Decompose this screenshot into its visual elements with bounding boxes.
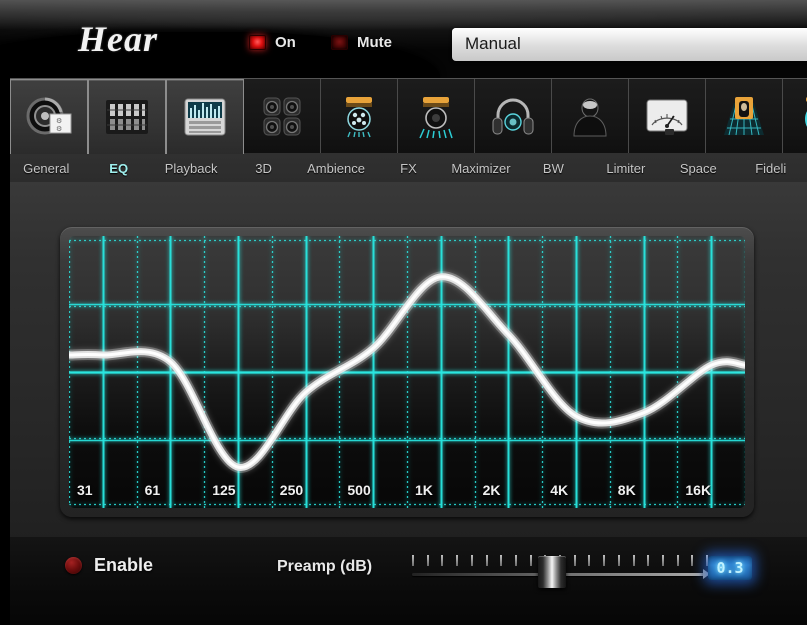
mute-label: Mute (357, 34, 392, 51)
tab-bar: ⚙ ⚙ General EQ Playback 3D Ambience FX M… (10, 78, 807, 183)
mute-toggle[interactable]: Mute (331, 34, 392, 51)
preamp-slider-tick (661, 555, 664, 566)
preamp-slider-knob[interactable] (537, 556, 566, 588)
tab-label-row: General EQ Playback 3D Ambience FX Maxim… (10, 153, 807, 183)
ambience-sphere-icon (346, 97, 372, 138)
preamp-slider-tick (691, 555, 694, 566)
eq-band-label: 1K (415, 482, 433, 498)
eq-band-label: 4K (550, 482, 569, 498)
fidelity-target-icon (805, 97, 807, 127)
preset-field[interactable]: Manual (452, 28, 807, 61)
preamp-value-display: 0.3 (708, 556, 752, 580)
eq-curve-plot (69, 236, 745, 508)
tab-label-3d[interactable]: 3D (227, 161, 299, 176)
tab-label-ambience[interactable]: Ambience (300, 161, 372, 176)
eq-controls-bar: Enable Preamp (dB) (10, 537, 807, 625)
preamp-label: Preamp (dB) (277, 558, 373, 575)
tab-general[interactable]: ⚙ ⚙ (10, 79, 88, 154)
app-logo: Hear (78, 19, 158, 59)
preamp-slider-tick (514, 555, 517, 566)
tab-bw[interactable] (552, 79, 629, 153)
tab-fidelity[interactable] (783, 79, 807, 153)
enable-led-icon (65, 557, 82, 574)
eq-band-label: 500 (347, 482, 371, 498)
tab-space[interactable] (706, 79, 783, 153)
equalizer-sliders-icon (106, 100, 148, 134)
tab-label-fx[interactable]: FX (372, 161, 444, 176)
eq-graph-bezel: 31 61 125 250 500 1K 2K 4K 8K 16K (60, 227, 754, 517)
preamp-slider-tick (426, 555, 429, 566)
preamp-slider-tick (632, 555, 635, 566)
tab-label-space[interactable]: Space (662, 161, 734, 176)
fx-rays-icon (419, 97, 453, 139)
eq-band-label: 250 (279, 482, 304, 498)
tab-label-playback[interactable]: Playback (155, 161, 227, 176)
preamp-slider-tick (617, 555, 620, 566)
mute-led-icon (331, 35, 348, 50)
svg-text:⚙: ⚙ (56, 117, 62, 125)
power-on-toggle[interactable]: On (249, 34, 296, 51)
enable-label: Enable (94, 555, 154, 575)
knob-dial-icon: ⚙ ⚙ (26, 97, 72, 135)
room-space-icon (724, 97, 764, 136)
eq-band-label: 31 (77, 482, 93, 498)
preamp-slider-tick (456, 555, 459, 566)
preamp-slider-tick (412, 555, 414, 566)
tab-label-bw[interactable]: BW (517, 161, 589, 176)
power-on-label: On (275, 34, 296, 51)
preamp-slider-tick (529, 555, 532, 566)
eq-panel-background: 31 61 125 250 500 1K 2K 4K 8K 16K Enable Preamp (… (10, 182, 807, 625)
svg-text:⚙: ⚙ (56, 125, 62, 133)
eq-band-label: 61 (144, 482, 161, 498)
eq-graph[interactable]: 31 61 125 250 500 1K 2K 4K 8K 16K (69, 236, 745, 508)
hear-audio-app-window: Hear On Mute Manual ⚙ ⚙ General EQ Playb… (0, 0, 807, 625)
eq-panel: 31 61 125 250 500 1K 2K 4K 8K 16K Enable Preamp (… (10, 182, 807, 625)
tab-3d[interactable] (244, 79, 321, 153)
preamp-slider-tick (573, 555, 576, 566)
preamp-slider-tick (441, 555, 444, 566)
power-on-led-icon (249, 35, 266, 50)
headphones-icon (492, 98, 534, 135)
tab-label-eq[interactable]: EQ (82, 161, 154, 176)
four-speakers-icon (263, 97, 301, 136)
enable-toggle[interactable]: Enable (65, 555, 153, 576)
preamp-slider-tick (588, 555, 591, 566)
tab-icon-row: ⚙ ⚙ (10, 79, 807, 154)
tab-label-limiter[interactable]: Limiter (590, 161, 662, 176)
preset-value: Manual (465, 34, 521, 53)
vu-meter-icon (646, 99, 688, 135)
tab-limiter[interactable] (629, 79, 706, 153)
eq-band-label: 125 (212, 482, 236, 498)
tab-label-maximizer[interactable]: Maximizer (445, 161, 517, 176)
tab-fx[interactable] (398, 79, 475, 153)
eq-band-label: 16K (685, 482, 712, 498)
tab-playback[interactable] (166, 79, 244, 154)
preamp-slider-tick (676, 555, 679, 566)
preamp-slider-tick (500, 555, 503, 566)
tab-eq[interactable] (88, 79, 166, 154)
preamp-slider-tick (485, 555, 488, 566)
tab-label-general[interactable]: General (10, 161, 82, 176)
tab-label-fidelity[interactable]: Fideli (735, 161, 807, 176)
preamp-value-text: 0.3 (716, 559, 744, 577)
preamp-slider-tick (470, 555, 473, 566)
bandwidth-bust-icon (573, 96, 607, 137)
eq-band-label: 8K (617, 482, 636, 498)
tab-maximizer[interactable] (475, 79, 552, 153)
preamp-slider-tick (603, 555, 606, 566)
title-bar: Hear On Mute Manual (0, 0, 807, 78)
spectrum-meter-icon (184, 98, 226, 136)
preamp-slider[interactable] (412, 551, 710, 595)
eq-band-label: 2K (482, 482, 501, 498)
preamp-slider-tick (647, 555, 650, 566)
tab-ambience[interactable] (321, 79, 398, 153)
